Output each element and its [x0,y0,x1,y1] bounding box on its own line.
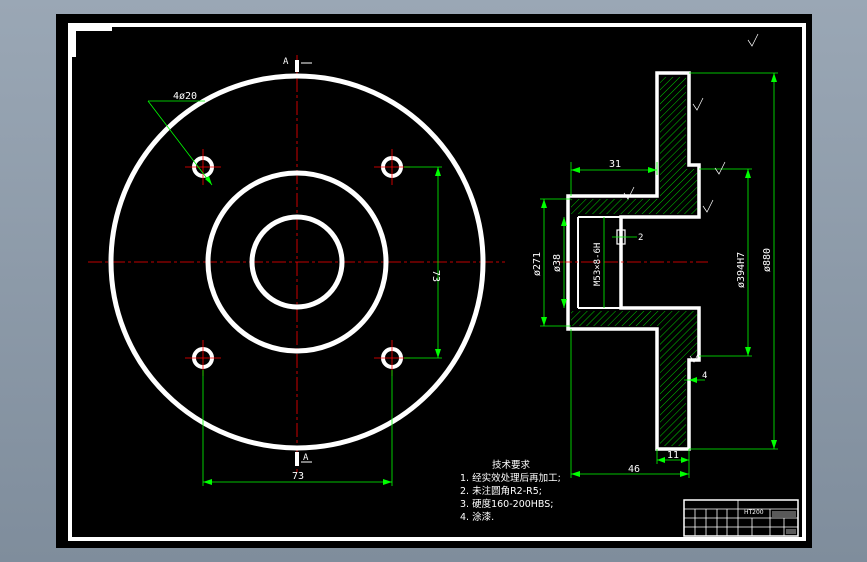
dim-d394-label: ø394H7 [736,252,747,288]
dim-vertical-label: 73 [430,270,441,282]
tech-req-title: 技术要求 [492,459,531,471]
section-label-top: A [283,57,289,67]
dim-d880-label: ø880 [762,248,773,272]
dim-small-label: 4 [702,371,707,381]
title-block-scale-cell [786,529,796,534]
dim-groove-label: 2 [638,233,643,243]
dim-thread-label: M53×8-6H [593,243,603,286]
dim-top-width-label: 31 [609,159,621,170]
tech-req-item-1: 1. 经实效处理后再加工; [460,472,561,484]
sheet-corner-mark [72,27,112,31]
sheet-corner-mark-v [72,27,76,57]
dim-horizontal-label: 73 [292,471,304,482]
dim-bottom-width-label: 46 [628,464,640,475]
tech-req-item-3: 3. 硬度160-200HBS; [460,498,554,510]
cad-drawing: A A 4ø20 73 73 31 46 11 2 4 ø271 ø38 M53… [56,14,812,548]
title-block-name-cell [772,511,796,517]
section-marker-bottom [295,452,299,466]
title-block-material: HT200 [744,509,764,516]
tech-req-item-4: 4. 涂漆. [460,511,494,523]
dim-flange-thickness-label: 11 [667,450,679,461]
tech-req-item-2: 2. 未注圆角R2-R5; [460,485,542,497]
dim-d38-label: ø38 [552,254,563,272]
hole-callout-label: 4ø20 [173,91,197,102]
dim-d271-label: ø271 [532,252,543,276]
section-label-bottom: A [303,453,309,463]
section-marker-top [295,60,299,72]
cad-viewport[interactable]: A A 4ø20 73 73 31 46 11 2 4 ø271 ø38 M53… [0,0,867,562]
